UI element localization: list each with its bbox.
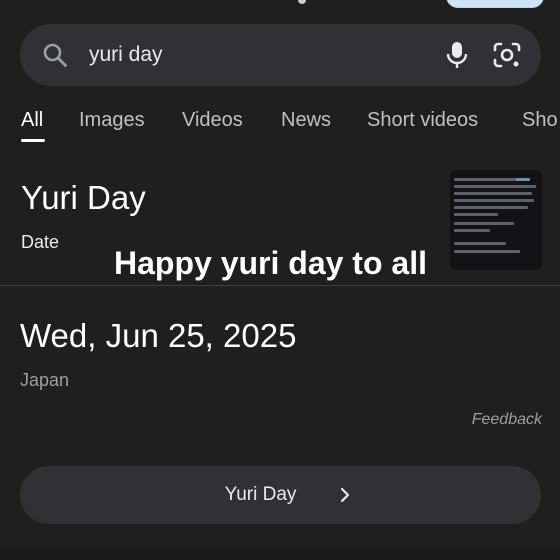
search-icon[interactable] — [42, 42, 68, 68]
search-bar[interactable]: yuri day — [20, 24, 541, 86]
answer-location: Japan — [20, 370, 70, 390]
result-subtitle: Date — [21, 232, 60, 252]
tab-images[interactable]: Images — [79, 108, 145, 132]
tab-shopping[interactable]: Sho — [522, 108, 558, 132]
chevron-right-icon — [340, 487, 350, 503]
search-query-text[interactable]: yuri day — [89, 42, 163, 68]
top-action-chip[interactable] — [446, 0, 544, 8]
overlay-caption: Happy yuri day to all — [114, 245, 427, 281]
feedback-link[interactable]: Feedback — [472, 410, 542, 430]
tab-all[interactable]: All — [21, 108, 43, 132]
answer-date: Wed, Jun 25, 2025 — [20, 317, 297, 354]
search-tabs: All Images Videos News Short videos Sho — [0, 104, 560, 144]
search-results-page: yuri day All Images Videos News Short vi… — [0, 0, 560, 560]
active-tab-indicator — [21, 139, 45, 142]
tab-short-videos[interactable]: Short videos — [367, 108, 478, 132]
bottom-edge — [0, 548, 560, 560]
tab-news[interactable]: News — [281, 108, 331, 132]
more-about-label: Yuri Day — [224, 484, 297, 505]
status-indicator-dot — [298, 0, 306, 4]
more-about-button[interactable]: Yuri Day — [20, 466, 541, 524]
source-thumbnail-image[interactable] — [450, 170, 542, 270]
section-divider — [0, 285, 560, 286]
google-lens-icon[interactable] — [492, 41, 522, 69]
tab-videos[interactable]: Videos — [182, 108, 243, 132]
mic-icon[interactable] — [444, 40, 470, 70]
result-title: Yuri Day — [21, 179, 146, 216]
